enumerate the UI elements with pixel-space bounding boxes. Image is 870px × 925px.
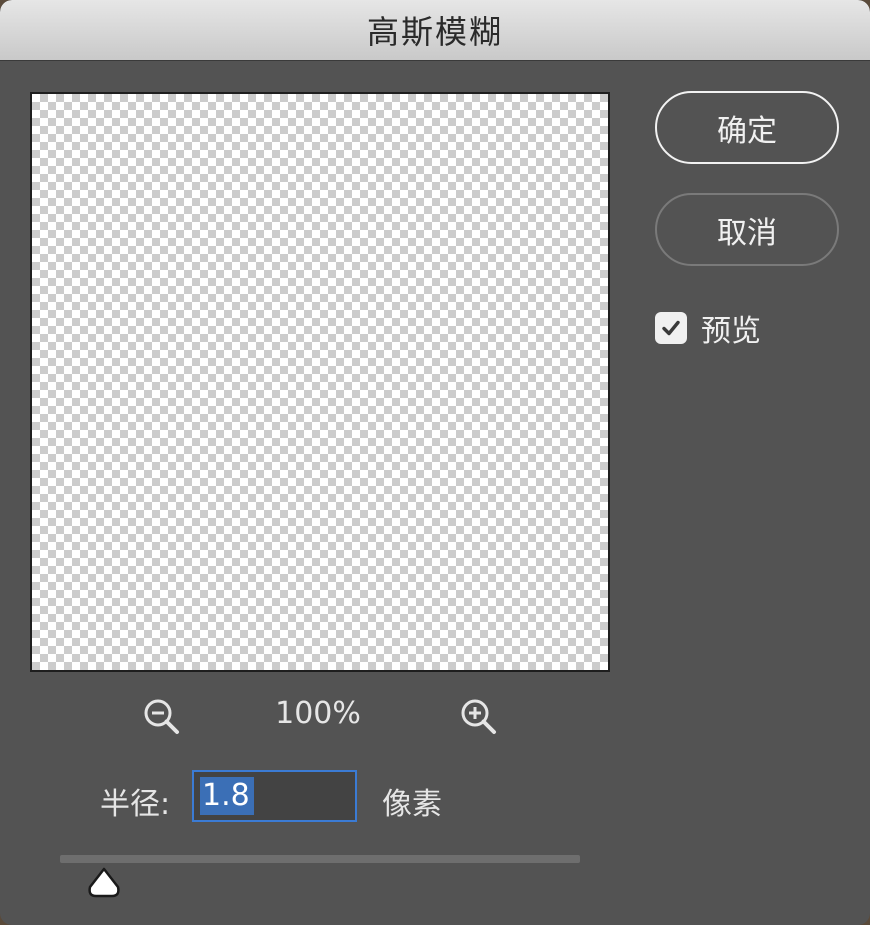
title-bar[interactable]: 高斯模糊 [0,0,870,61]
radius-label: 半径: [100,787,171,822]
radius-slider-thumb[interactable] [86,866,122,898]
preview-checkbox-row[interactable]: 预览 [655,306,761,350]
checkmark-icon [662,320,680,336]
radius-slider-track[interactable] [60,855,580,863]
dialog-title: 高斯模糊 [366,13,503,51]
gaussian-blur-dialog: 高斯模糊 确定 取消 预览 100% 半径: 1.8 像素 [0,0,870,925]
cancel-button[interactable]: 取消 [655,193,839,266]
zoom-level: 100% [275,696,361,731]
zoom-out-button[interactable] [140,695,184,739]
preview-label: 预览 [701,314,761,349]
zoom-out-icon [144,699,179,734]
ok-button[interactable]: 确定 [655,91,839,164]
zoom-in-button[interactable] [457,695,501,739]
preview-checkbox[interactable] [655,312,687,344]
zoom-in-icon [461,699,496,734]
preview-canvas[interactable] [30,92,610,672]
radius-value: 1.8 [200,777,254,815]
unit-label: 像素 [382,787,442,822]
radius-input[interactable]: 1.8 [192,770,357,822]
